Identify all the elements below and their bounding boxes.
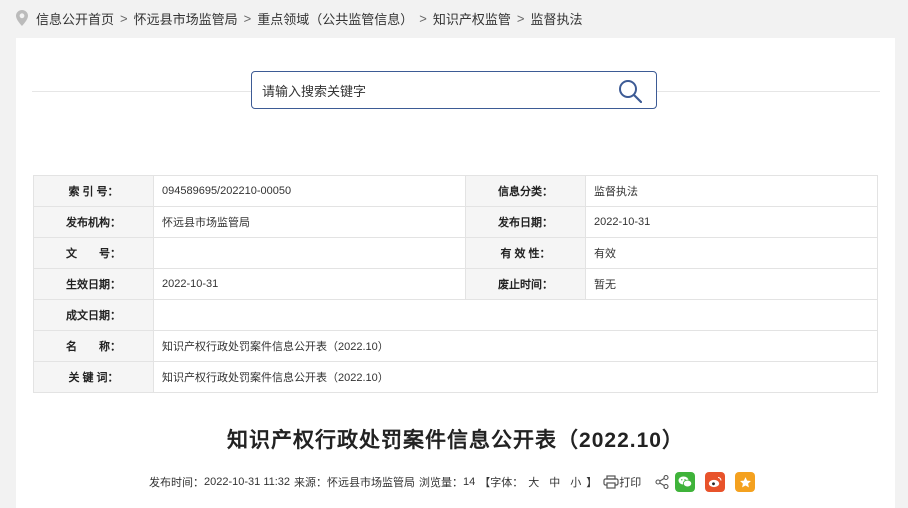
table-row: 关 键 词： 知识产权行政处罚案件信息公开表（2022.10） (33, 361, 878, 393)
docno-label: 文 号： (33, 237, 154, 269)
pubdate-value: 2022-10-31 (585, 206, 878, 238)
breadcrumb-separator: > (419, 10, 427, 26)
written-label: 成文日期： (33, 299, 154, 331)
pubdate-label: 发布日期： (465, 206, 586, 238)
print-button[interactable]: 打印 (603, 474, 645, 490)
wechat-share-button[interactable] (675, 472, 696, 492)
pub-time-value: 2022-10-31 11:32 (204, 476, 291, 488)
article-info-bar: 发布时间： 2022-10-31 11:32 来源： 怀远县市场监管局 浏览量：… (149, 471, 759, 493)
repeal-value: 暂无 (585, 268, 878, 300)
article-title: 知识产权行政处罚案件信息公开表（2022.10） (227, 429, 684, 452)
favorite-button[interactable] (735, 472, 756, 492)
font-size-open: 【字体： (479, 477, 524, 489)
table-row: 生效日期： 2022-10-31 废止时间： 暂无 (33, 268, 878, 300)
font-size-close: 】 (586, 477, 598, 489)
table-row: 文 号： 有 效 性： 有效 (33, 237, 878, 269)
font-medium-button[interactable]: 中 (549, 474, 560, 490)
table-row: 发布机构： 怀远县市场监管局 发布日期： 2022-10-31 (33, 206, 878, 238)
views-label: 浏览量： (419, 477, 464, 489)
share-icon[interactable] (655, 475, 669, 489)
source-value: 怀远县市场监管局 (327, 477, 416, 489)
keywords-label: 关 键 词： (33, 361, 154, 393)
table-row: 成文日期： (33, 299, 878, 331)
wechat-icon (678, 476, 693, 488)
org-label: 发布机构： (33, 206, 154, 238)
search-box (251, 71, 657, 109)
category-label: 信息分类： (465, 175, 586, 207)
breadcrumb-enforcement[interactable]: 监督执法 (530, 9, 582, 28)
validity-value: 有效 (585, 237, 878, 269)
keywords-value: 知识产权行政处罚案件信息公开表（2022.10） (153, 361, 878, 393)
docno-value (153, 237, 466, 269)
name-label: 名 称： (33, 330, 154, 362)
index-value: 094589695/202210-00050 (153, 175, 466, 207)
written-value (153, 299, 878, 331)
print-label: 打印 (619, 477, 642, 489)
location-pin-icon (16, 10, 28, 26)
category-value: 监督执法 (585, 175, 878, 207)
search-input[interactable] (260, 78, 604, 104)
weibo-icon (709, 476, 722, 488)
name-value: 知识产权行政处罚案件信息公开表（2022.10） (153, 330, 878, 362)
content-panel: 索 引 号： 094589695/202210-00050 信息分类： 监督执法… (16, 38, 895, 508)
breadcrumb-bureau[interactable]: 怀远县市场监管局 (134, 9, 238, 28)
breadcrumb: 信息公开首页 > 怀远县市场监管局 > 重点领域（公共监管信息） > 知识产权监… (16, 8, 582, 28)
pub-time-label: 发布时间： (149, 477, 204, 489)
breadcrumb-separator: > (516, 10, 525, 26)
breadcrumb-separator: > (243, 10, 252, 26)
breadcrumb-ip-supervision[interactable]: 知识产权监管 (433, 9, 511, 28)
source-label: 来源： (294, 477, 328, 489)
views-value: 14 (463, 476, 476, 488)
breadcrumb-key-areas[interactable]: 重点领域（公共监管信息） (257, 9, 413, 28)
printer-icon (603, 475, 619, 489)
effective-value: 2022-10-31 (153, 268, 466, 300)
index-label: 索 引 号： (33, 175, 154, 207)
org-value: 怀远县市场监管局 (153, 206, 466, 238)
table-row: 索 引 号： 094589695/202210-00050 信息分类： 监督执法 (33, 175, 878, 207)
table-row: 名 称： 知识产权行政处罚案件信息公开表（2022.10） (33, 330, 878, 362)
weibo-share-button[interactable] (705, 472, 726, 492)
document-meta-table: 索 引 号： 094589695/202210-00050 信息分类： 监督执法… (33, 175, 878, 393)
font-large-button[interactable]: 大 (528, 474, 539, 490)
repeal-label: 废止时间： (465, 268, 586, 300)
validity-label: 有 效 性： (465, 237, 586, 269)
effective-label: 生效日期： (33, 268, 154, 300)
star-icon (739, 476, 751, 487)
breadcrumb-home[interactable]: 信息公开首页 (36, 9, 114, 28)
font-small-button[interactable]: 小 (570, 474, 581, 490)
breadcrumb-separator: > (120, 10, 128, 26)
search-icon[interactable] (618, 79, 642, 103)
